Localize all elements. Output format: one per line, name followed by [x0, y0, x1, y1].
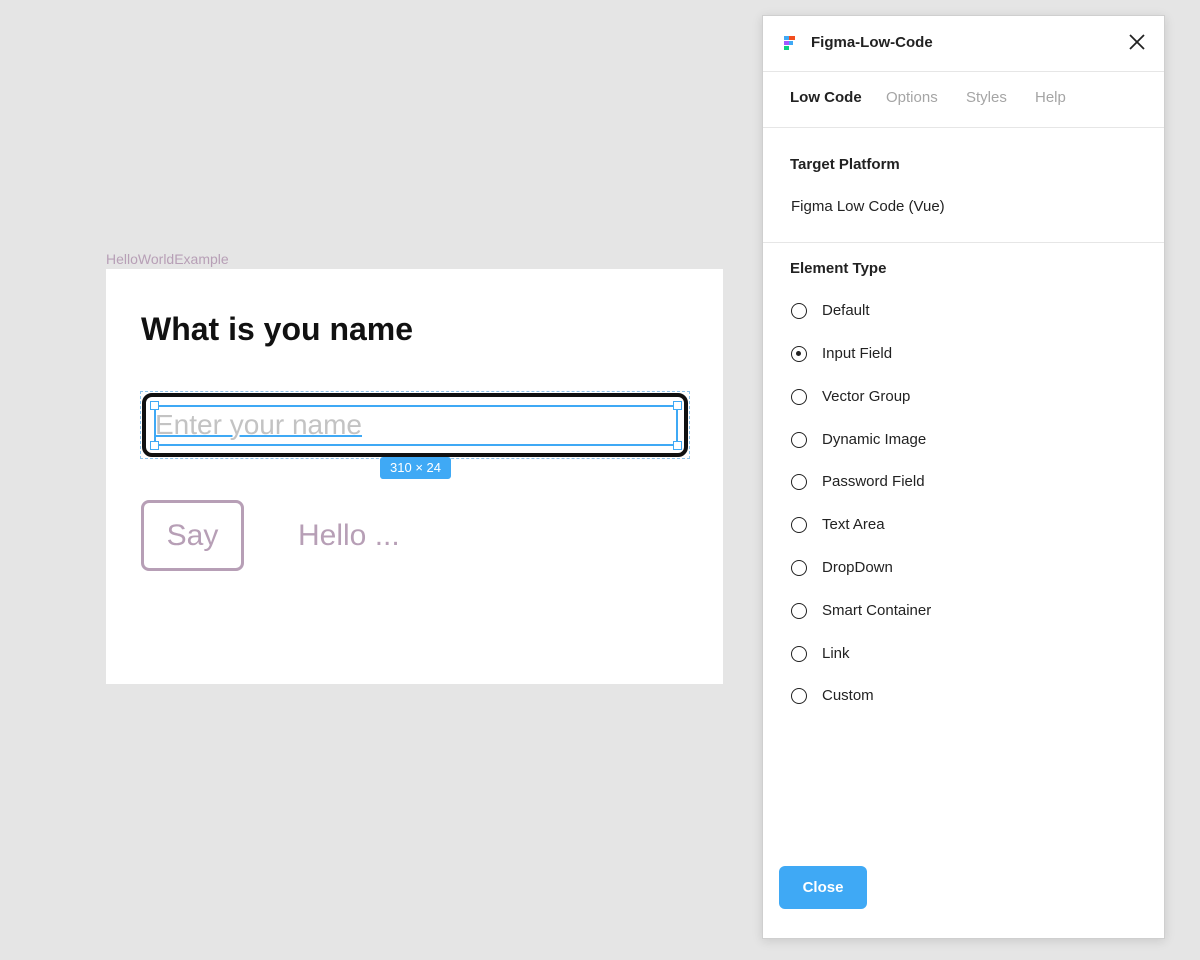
radio-icon[interactable]: [791, 389, 807, 405]
frame-heading[interactable]: What is you name: [141, 309, 413, 349]
name-input-placeholder[interactable]: Enter your name: [155, 407, 362, 443]
selection-size-badge: 310 × 24: [380, 457, 451, 479]
radio-label: Text Area: [822, 516, 885, 533]
radio-label: Custom: [822, 687, 874, 704]
radio-icon[interactable]: [791, 603, 807, 619]
figma-low-code-logo-icon: [784, 36, 795, 50]
target-platform-value: Figma Low Code (Vue): [791, 198, 945, 215]
frame-label[interactable]: HelloWorldExample: [106, 250, 229, 268]
resize-handle-top-left[interactable]: [150, 401, 159, 410]
hello-output-text[interactable]: Hello ...: [298, 516, 400, 556]
tab-styles[interactable]: Styles: [966, 88, 1007, 108]
radio-selected-icon[interactable]: [791, 346, 807, 362]
close-icon[interactable]: [1127, 32, 1147, 52]
tab-help[interactable]: Help: [1035, 88, 1066, 108]
radio-label: Default: [822, 302, 870, 319]
element-type-title: Element Type: [790, 260, 887, 277]
tab-bar: Low Code Options Styles Help: [763, 71, 1164, 128]
plugin-panel: Figma-Low-Code Low Code Options Styles H…: [762, 15, 1165, 939]
radio-label: Dynamic Image: [822, 431, 927, 448]
target-platform-section: Target Platform Figma Low Code (Vue): [763, 128, 1164, 243]
radio-icon[interactable]: [791, 517, 807, 533]
radio-label: Input Field: [822, 345, 893, 362]
say-button[interactable]: Say: [141, 500, 244, 571]
radio-label: Smart Container: [822, 602, 932, 619]
radio-icon[interactable]: [791, 646, 807, 662]
radio-label: DropDown: [822, 559, 893, 576]
close-button[interactable]: Close: [779, 866, 867, 909]
radio-icon[interactable]: [791, 474, 807, 490]
target-platform-title: Target Platform: [790, 156, 900, 173]
panel-title: Figma-Low-Code: [811, 34, 933, 51]
radio-icon[interactable]: [791, 688, 807, 704]
resize-handle-bottom-left[interactable]: [150, 441, 159, 450]
radio-icon[interactable]: [791, 303, 807, 319]
resize-handle-top-right[interactable]: [673, 401, 682, 410]
tab-low-code[interactable]: Low Code: [790, 88, 862, 108]
hello-world-frame[interactable]: What is you name Enter your name 310 × 2…: [106, 269, 723, 684]
radio-icon[interactable]: [791, 560, 807, 576]
radio-label: Vector Group: [822, 388, 911, 405]
resize-handle-bottom-right[interactable]: [673, 441, 682, 450]
panel-header: Figma-Low-Code: [763, 16, 1164, 72]
radio-label: Password Field: [822, 473, 925, 490]
tab-options[interactable]: Options: [886, 88, 938, 108]
radio-icon[interactable]: [791, 432, 807, 448]
radio-label: Link: [822, 645, 850, 662]
